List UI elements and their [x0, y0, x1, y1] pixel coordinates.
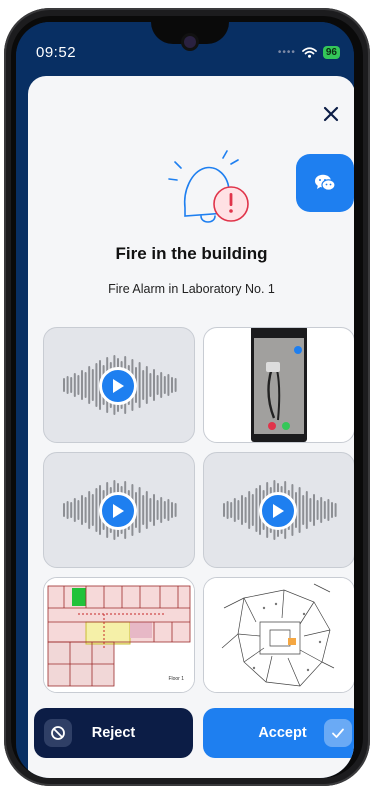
alert-card: Fire in the building Fire Alarm in Labor…	[28, 76, 354, 778]
play-icon	[99, 367, 137, 405]
video-thumbnail[interactable]	[203, 327, 354, 443]
alarm-bell-icon	[168, 150, 249, 223]
floor-label: Floor 1	[168, 676, 184, 682]
status-time: 09:52	[36, 44, 77, 61]
chat-icon	[315, 174, 336, 191]
floor-plan-image	[204, 578, 354, 692]
reject-button[interactable]: Reject	[34, 708, 193, 758]
reject-label: Reject	[91, 725, 136, 741]
floor-plan-2[interactable]	[203, 577, 354, 693]
phone-video-thumbnail	[251, 328, 307, 442]
audio-clip-2[interactable]	[43, 452, 195, 568]
audio-clip-3[interactable]	[203, 452, 354, 568]
phone-frame: 09:52 •••• 96 Fire in the building Fire …	[4, 8, 370, 786]
wifi-icon	[301, 47, 317, 58]
chat-button[interactable]	[296, 154, 354, 212]
reject-icon	[44, 719, 72, 747]
alert-title: Fire in the building	[115, 244, 268, 263]
status-indicators: •••• 96	[278, 46, 340, 59]
play-icon	[259, 492, 297, 530]
accept-button[interactable]: Accept	[203, 708, 354, 758]
audio-clip-1[interactable]	[43, 327, 195, 443]
check-icon	[324, 719, 352, 747]
front-camera	[184, 36, 196, 48]
floor-plan-image	[44, 578, 194, 692]
close-icon[interactable]	[319, 102, 343, 126]
accept-label: Accept	[258, 725, 307, 741]
screen: 09:52 •••• 96 Fire in the building Fire …	[16, 22, 354, 778]
floor-plan-1[interactable]: Floor 1	[43, 577, 195, 693]
play-icon	[99, 492, 137, 530]
status-bar: 09:52 •••• 96	[16, 22, 354, 74]
signal-dots-icon: ••••	[277, 47, 296, 58]
alert-subtitle: Fire Alarm in Laboratory No. 1	[108, 282, 275, 296]
battery-icon: 96	[322, 46, 340, 59]
